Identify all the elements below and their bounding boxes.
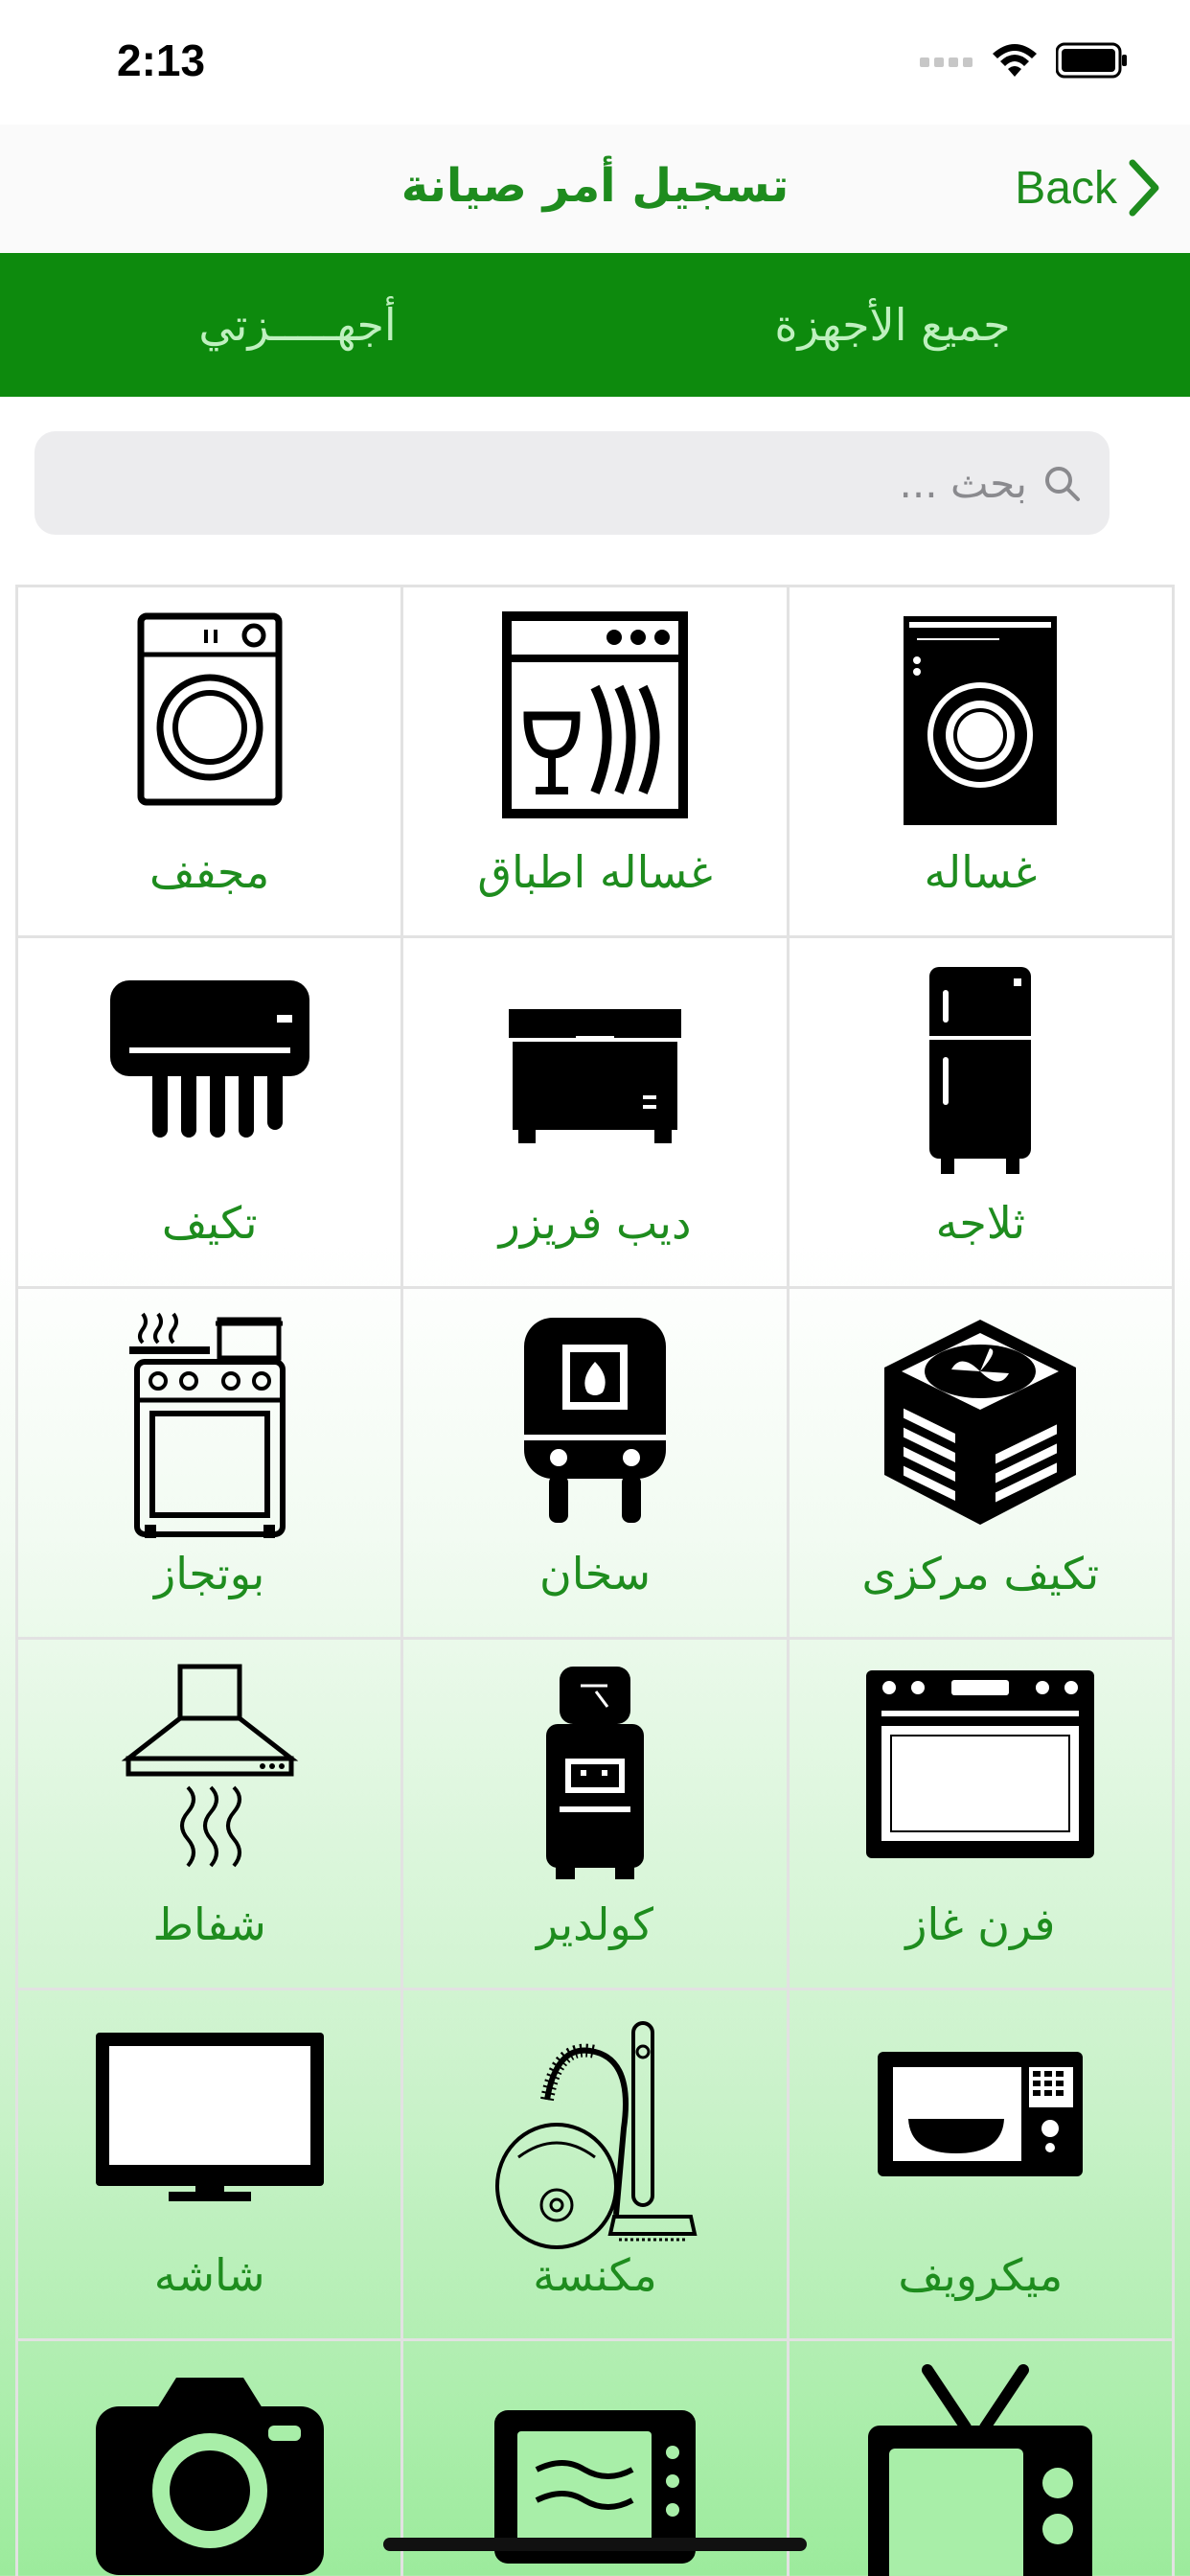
status-icons xyxy=(920,42,1129,79)
device-range-hood[interactable]: شفاط xyxy=(18,1640,404,1990)
device-water-cooler[interactable]: كولدير xyxy=(403,1640,790,1990)
device-vacuum-cleaner[interactable]: مكنسة xyxy=(403,1990,790,2341)
page-title: تسجيل أمر صيانة xyxy=(400,159,790,213)
device-tv[interactable] xyxy=(790,2341,1175,2576)
signal-icon xyxy=(920,58,973,67)
device-label: غساله اطباق xyxy=(477,846,713,898)
dryer-icon xyxy=(137,612,283,806)
microwave-icon xyxy=(878,2052,1084,2176)
monitor-screen-icon xyxy=(95,2033,324,2201)
device-deep-freezer[interactable]: ديب فريزر xyxy=(403,938,790,1289)
device-dryer[interactable]: مجفف xyxy=(18,587,404,938)
deep-freezer-icon xyxy=(509,1009,681,1143)
device-gas-stove[interactable]: بوتجاز xyxy=(18,1289,404,1640)
dishwasher-icon xyxy=(502,611,688,818)
device-label: مكنسة xyxy=(533,2249,657,2301)
range-hood-icon xyxy=(121,1664,298,1868)
device-label: شفاط xyxy=(152,1898,266,1950)
device-label: ديب فريزر xyxy=(498,1197,692,1249)
chevron-right-icon xyxy=(1129,159,1159,217)
tv-icon xyxy=(868,2364,1093,2576)
device-label: ثلاجه xyxy=(935,1197,1026,1249)
search-input[interactable] xyxy=(69,459,1027,507)
device-label: بوتجاز xyxy=(154,1548,265,1599)
back-label: Back xyxy=(1015,162,1117,214)
device-label: غساله xyxy=(924,846,1038,898)
search-bar[interactable] xyxy=(34,431,1110,535)
device-gas-oven[interactable]: فرن غاز xyxy=(789,1640,1175,1990)
central-ac-icon xyxy=(884,1320,1077,1525)
device-label: كولدير xyxy=(537,1898,654,1950)
segment-tabs: جميع الأجهزة أجهـــــزتي xyxy=(0,253,1190,397)
home-indicator xyxy=(383,2538,807,2551)
device-refrigerator[interactable]: ثلاجه xyxy=(789,938,1175,1289)
device-dishwasher[interactable]: غساله اطباق xyxy=(403,587,790,938)
device-label: ميكرويف xyxy=(898,2249,1064,2301)
device-label: تكيف xyxy=(161,1197,258,1249)
camera-icon xyxy=(95,2378,324,2575)
tab-my-devices[interactable]: أجهـــــزتي xyxy=(0,253,595,397)
water-heater-icon xyxy=(524,1318,666,1523)
refrigerator-icon xyxy=(929,967,1032,1174)
device-label: فرن غاز xyxy=(905,1898,1056,1950)
gas-stove-icon xyxy=(128,1312,286,1538)
wifi-icon xyxy=(993,44,1037,77)
device-label: سخان xyxy=(538,1548,652,1599)
device-central-ac[interactable]: تكيف مركزى xyxy=(789,1289,1175,1640)
device-microwave[interactable]: ميكرويف xyxy=(789,1990,1175,2341)
navigation-bar: تسجيل أمر صيانة Back xyxy=(0,125,1190,253)
status-bar: 2:13 xyxy=(0,0,1190,125)
device-label: مجفف xyxy=(149,846,270,898)
devices-grid: غساله غساله اطباق مجفف ثلاجه ديب فريزر ت… xyxy=(15,585,1175,2576)
device-air-conditioner[interactable]: تكيف xyxy=(18,938,404,1289)
gas-oven-icon xyxy=(866,1670,1095,1858)
vacuum-cleaner-icon xyxy=(495,2021,698,2249)
search-icon xyxy=(1045,467,1080,501)
device-label: شاشه xyxy=(153,2249,265,2301)
battery-icon xyxy=(1056,42,1127,79)
device-water-heater[interactable]: سخان xyxy=(403,1289,790,1640)
device-camera[interactable] xyxy=(18,2341,404,2576)
device-monitor-screen[interactable]: شاشه xyxy=(18,1990,404,2341)
device-washing-machine[interactable]: غساله xyxy=(789,587,1175,938)
air-conditioner-icon xyxy=(109,980,309,1138)
back-button[interactable]: Back xyxy=(1015,159,1161,217)
status-time: 2:13 xyxy=(117,35,206,85)
washing-machine-icon xyxy=(904,616,1058,825)
tab-all-devices[interactable]: جميع الأجهزة xyxy=(595,253,1190,397)
device-label: تكيف مركزى xyxy=(861,1548,1100,1599)
water-cooler-icon xyxy=(546,1667,644,1879)
